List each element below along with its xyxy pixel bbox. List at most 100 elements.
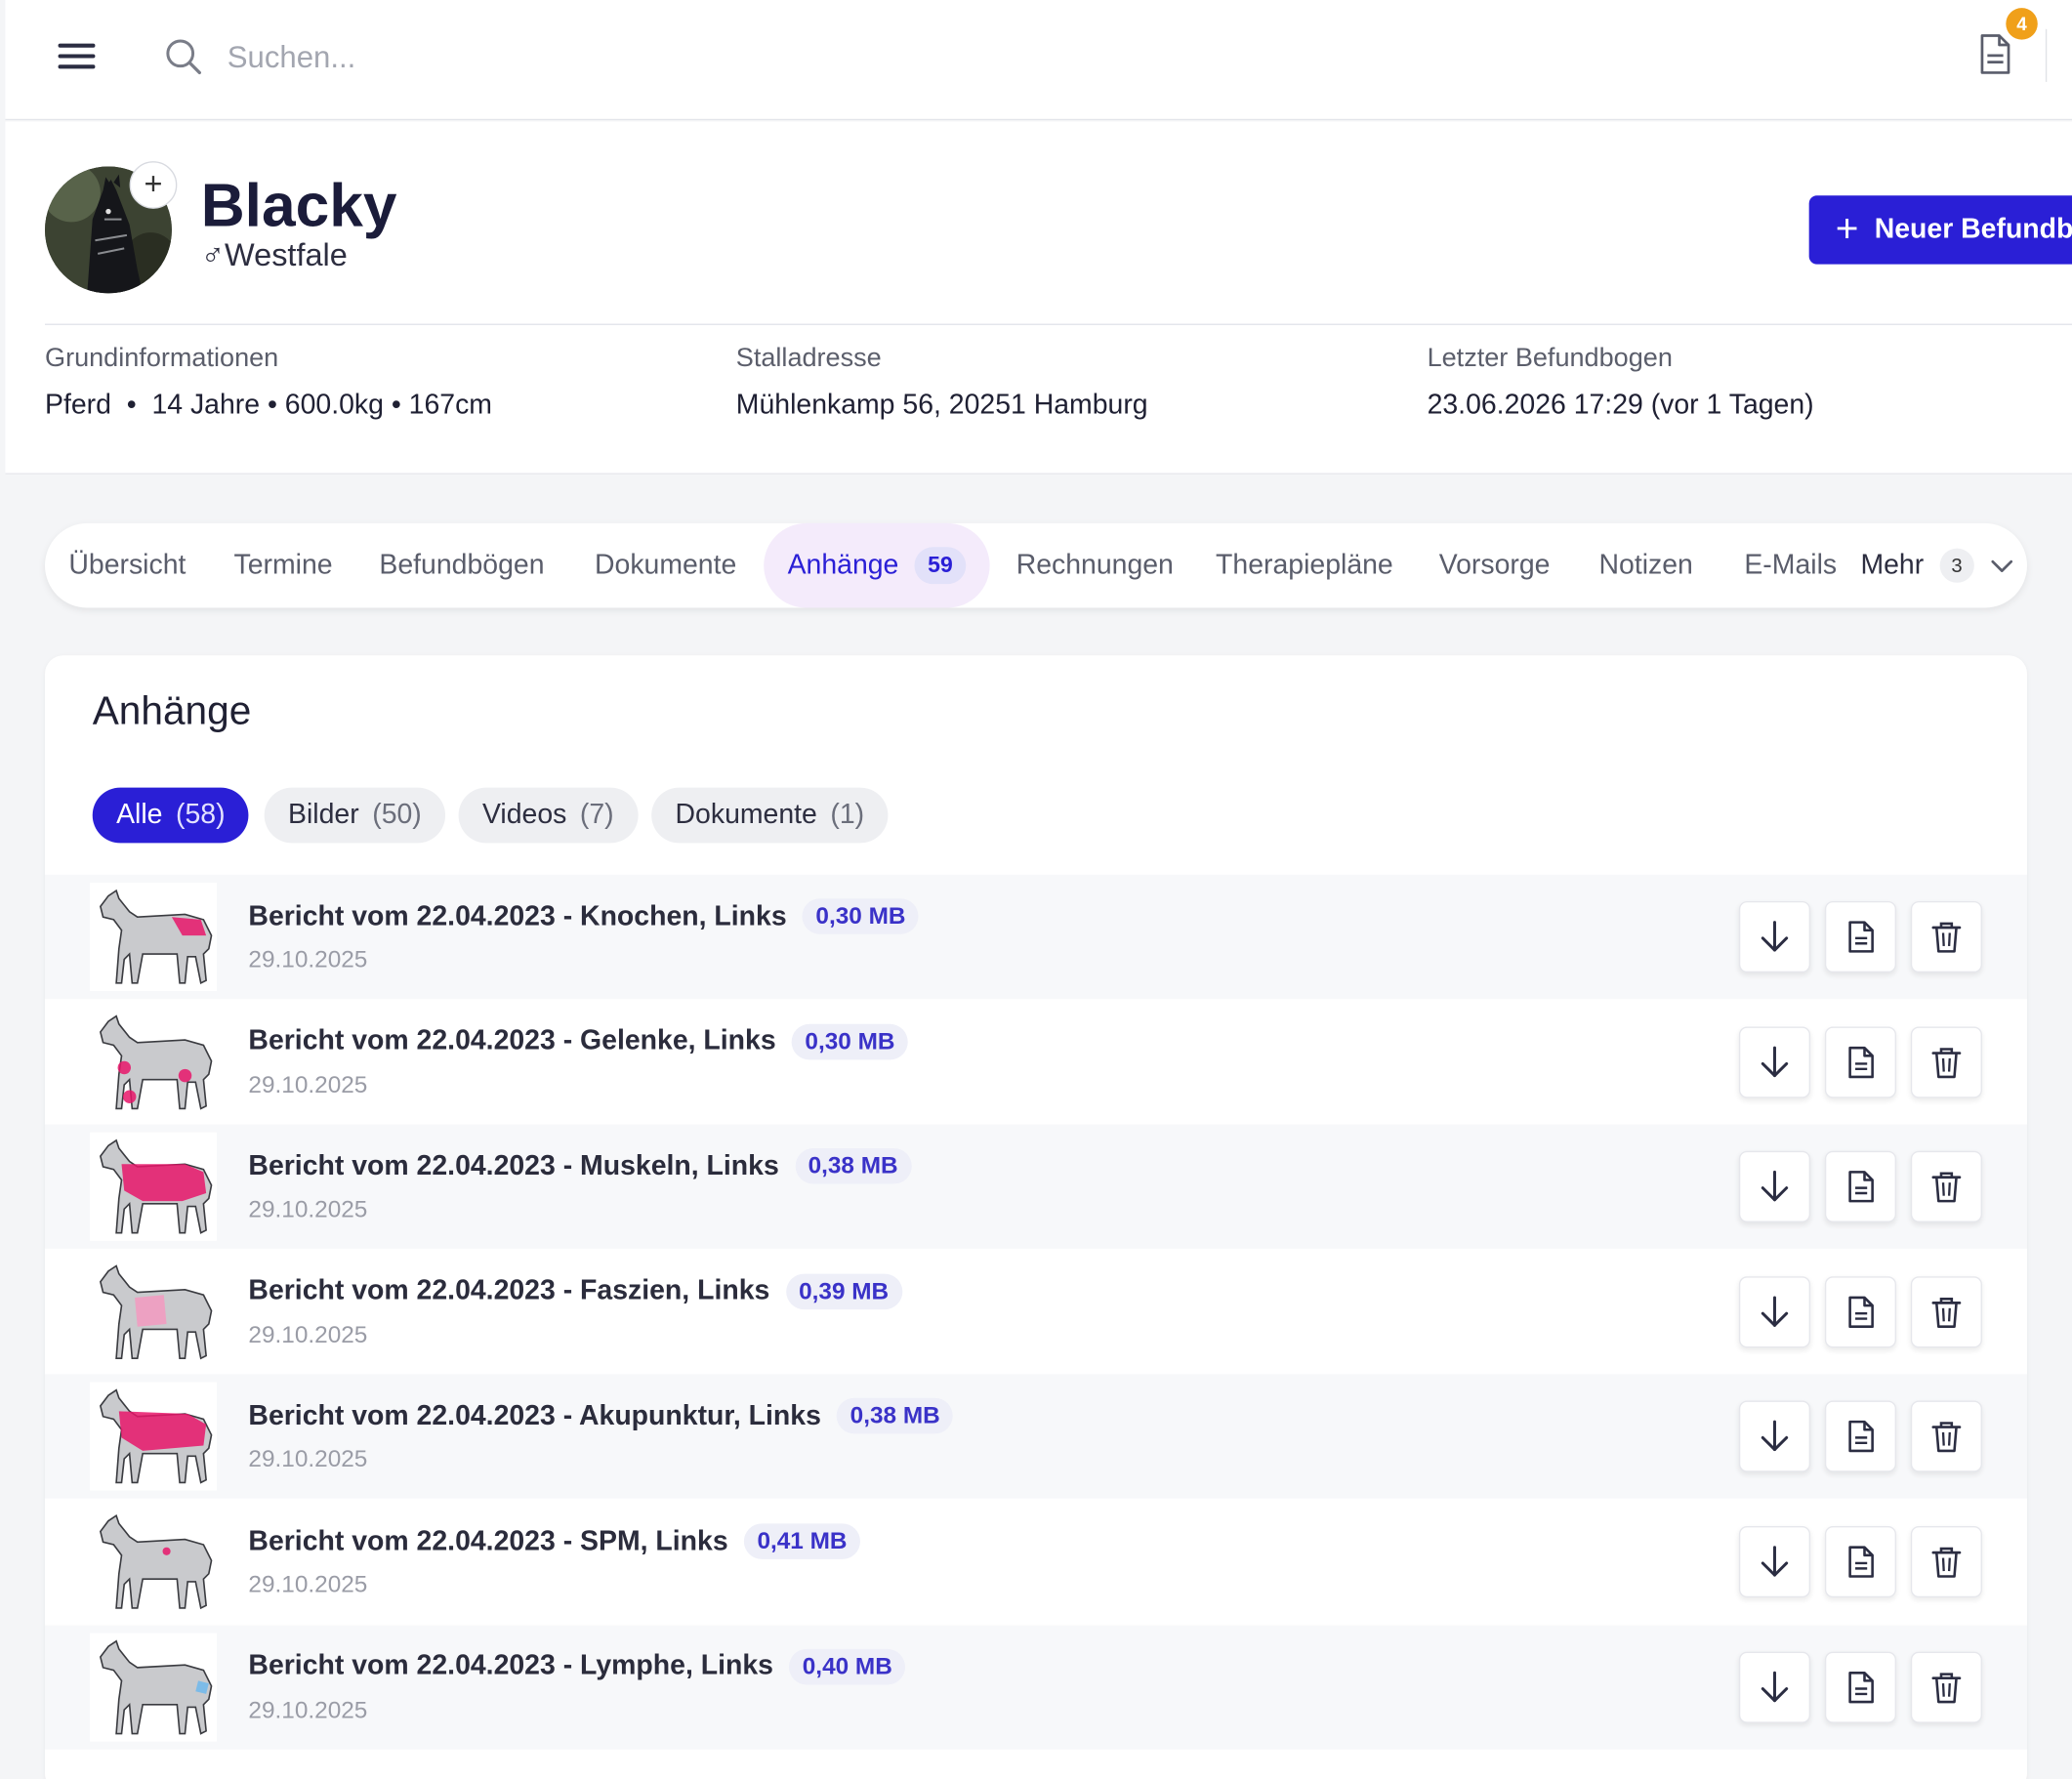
attachment-name: Bericht vom 22.04.2023 - Muskeln, Links: [248, 1150, 779, 1181]
new-report-label: Neuer Befundb: [1874, 214, 2072, 245]
filter-label: Alle: [116, 799, 163, 830]
filter-documents[interactable]: Dokumente (1): [651, 787, 889, 844]
tab-emails[interactable]: E-Mails: [1744, 523, 1837, 608]
horse-thumbnail[interactable]: [90, 1133, 217, 1242]
horse-thumbnail[interactable]: [90, 1008, 217, 1116]
attachment-date: 29.10.2025: [248, 945, 368, 973]
open-document-button[interactable]: [1824, 1526, 1896, 1598]
document-icon: [1848, 1421, 1874, 1453]
tab-invoices[interactable]: Rechnungen: [1016, 523, 1174, 608]
attachment-row[interactable]: Bericht vom 22.04.2023 - Faszien, Links …: [45, 1250, 2027, 1374]
filter-count: (50): [372, 799, 422, 830]
open-document-button[interactable]: [1824, 1276, 1896, 1348]
search-input[interactable]: [225, 28, 891, 85]
menu-icon[interactable]: [58, 40, 96, 71]
filter-label: Bilder: [288, 799, 359, 830]
horse-thumbnail[interactable]: [90, 1633, 217, 1742]
horse-breed: ♂Westfale: [201, 238, 348, 275]
attachment-title[interactable]: Bericht vom 22.04.2023 - SPM, Links 0,41…: [248, 1523, 861, 1559]
download-button[interactable]: [1738, 1025, 1811, 1098]
tab-reports[interactable]: Befundbögen: [379, 523, 544, 608]
info-stable-address: Stalladresse Mühlenkamp 56, 20251 Hambur…: [736, 344, 1148, 422]
top-bar: 4: [5, 0, 2072, 121]
attachment-row[interactable]: Bericht vom 22.04.2023 - Muskeln, Links …: [45, 1124, 2027, 1250]
horse-thumbnail[interactable]: [90, 883, 217, 991]
attachment-row[interactable]: Bericht vom 22.04.2023 - Lymphe, Links 0…: [45, 1625, 2027, 1750]
tab-documents[interactable]: Dokumente: [595, 523, 736, 608]
search-icon: [166, 39, 201, 75]
download-button[interactable]: [1738, 1651, 1811, 1723]
attachment-row[interactable]: Bericht vom 22.04.2023 - SPM, Links 0,41…: [45, 1500, 2027, 1624]
attachment-date: 29.10.2025: [248, 1321, 368, 1348]
attachment-name: Bericht vom 22.04.2023 - Faszien, Links: [248, 1275, 770, 1306]
attachment-row[interactable]: Bericht vom 22.04.2023 - Akupunktur, Lin…: [45, 1374, 2027, 1500]
trash-icon: [1931, 1047, 1962, 1078]
info-value: Pferd • 14 Jahre • 600.0kg • 167cm: [45, 390, 492, 421]
plus-icon: +: [1835, 207, 1859, 252]
download-button[interactable]: [1738, 1526, 1811, 1598]
download-icon: [1761, 1546, 1789, 1577]
open-document-button[interactable]: [1824, 1025, 1896, 1098]
info-value: Mühlenkamp 56, 20251 Hamburg: [735, 390, 1148, 421]
add-photo-button[interactable]: +: [129, 161, 178, 209]
tab-overview[interactable]: Übersicht: [68, 523, 186, 608]
breed-label: Westfale: [225, 237, 348, 274]
delete-button[interactable]: [1910, 900, 1982, 973]
horse-thumbnail[interactable]: [90, 1383, 217, 1492]
tab-count-badge: 3: [1939, 548, 1974, 583]
attachment-title[interactable]: Bericht vom 22.04.2023 - Gelenke, Links …: [248, 1023, 909, 1059]
filter-label: Dokumente: [675, 799, 817, 830]
download-icon: [1761, 1671, 1789, 1702]
horse-thumbnail[interactable]: [90, 1258, 217, 1367]
new-report-button[interactable]: + Neuer Befundb: [1808, 195, 2072, 265]
info-basic: Grundinformationen Pferd • 14 Jahre • 60…: [45, 344, 492, 422]
tab-label: Mehr: [1860, 549, 1925, 581]
delete-button[interactable]: [1910, 1025, 1982, 1098]
attachment-title[interactable]: Bericht vom 22.04.2023 - Muskeln, Links …: [248, 1148, 912, 1184]
tab-appointments[interactable]: Termine: [234, 523, 333, 608]
filter-images[interactable]: Bilder (50): [264, 787, 446, 844]
download-button[interactable]: [1738, 900, 1811, 973]
tab-therapy-plans[interactable]: Therapiepläne: [1216, 523, 1393, 608]
tab-attachments[interactable]: Anhänge 59: [764, 522, 990, 608]
download-button[interactable]: [1738, 1276, 1811, 1348]
delete-button[interactable]: [1910, 1526, 1982, 1598]
tab-count-badge: 59: [914, 547, 967, 585]
filter-count: (1): [830, 799, 865, 830]
info-label: Stalladresse: [735, 343, 882, 373]
attachment-row[interactable]: Bericht vom 22.04.2023 - Knochen, Links …: [45, 874, 2027, 1000]
attachment-title[interactable]: Bericht vom 22.04.2023 - Faszien, Links …: [248, 1273, 902, 1309]
open-document-button[interactable]: [1824, 1401, 1896, 1473]
horse-thumbnail[interactable]: [90, 1508, 217, 1617]
download-icon: [1761, 921, 1789, 952]
attachment-title[interactable]: Bericht vom 22.04.2023 - Lymphe, Links 0…: [248, 1648, 906, 1684]
trash-icon: [1931, 1547, 1962, 1578]
download-button[interactable]: [1738, 1150, 1811, 1223]
document-icon: [1848, 921, 1874, 953]
attachment-row[interactable]: Bericht vom 22.04.2023 - Gelenke, Links …: [45, 1000, 2027, 1124]
download-button[interactable]: [1738, 1401, 1811, 1473]
tab-notes[interactable]: Notizen: [1598, 523, 1692, 608]
attachment-name: Bericht vom 22.04.2023 - Knochen, Links: [248, 900, 787, 931]
horse-profile: + Blacky ♂Westfale + Neuer Befundb Grund…: [5, 121, 2072, 475]
tab-more[interactable]: Mehr 3: [1860, 523, 2015, 608]
open-document-button[interactable]: [1824, 900, 1896, 973]
delete-button[interactable]: [1910, 1150, 1982, 1223]
filter-videos[interactable]: Videos (7): [458, 787, 638, 844]
filter-all[interactable]: Alle (58): [92, 787, 249, 844]
info-label: Letzter Befundbogen: [1427, 343, 1673, 373]
open-document-button[interactable]: [1824, 1150, 1896, 1223]
file-size-badge: 0,38 MB: [795, 1148, 912, 1184]
file-size-badge: 0,40 MB: [789, 1648, 906, 1684]
attachment-title[interactable]: Bericht vom 22.04.2023 - Knochen, Links …: [248, 898, 920, 934]
document-icon: [1848, 1671, 1874, 1703]
attachment-title[interactable]: Bericht vom 22.04.2023 - Akupunktur, Lin…: [248, 1398, 954, 1434]
delete-button[interactable]: [1910, 1651, 1982, 1723]
tab-prevention[interactable]: Vorsorge: [1439, 523, 1551, 608]
trash-icon: [1931, 1422, 1962, 1453]
open-document-button[interactable]: [1824, 1651, 1896, 1723]
document-icon: [1848, 1171, 1874, 1203]
delete-button[interactable]: [1910, 1401, 1982, 1473]
tab-label: E-Mails: [1744, 549, 1838, 581]
delete-button[interactable]: [1910, 1276, 1982, 1348]
